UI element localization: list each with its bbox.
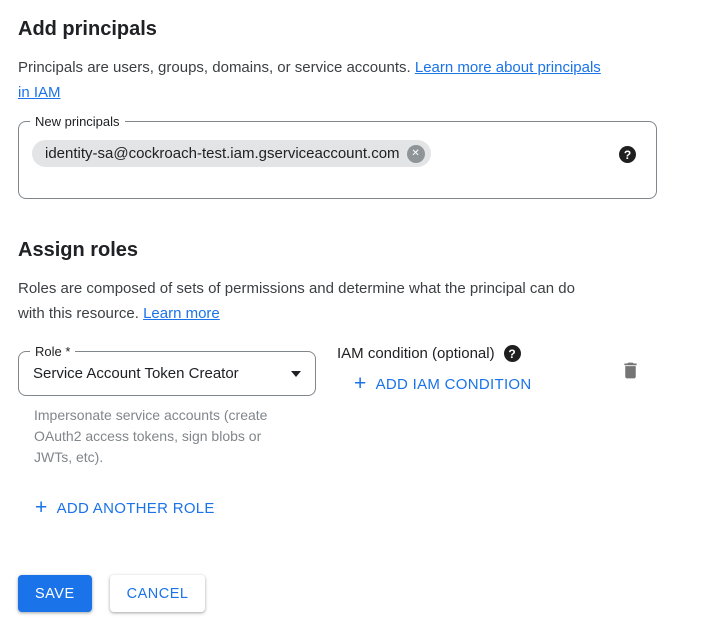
- new-principals-label: New principals: [30, 113, 125, 130]
- plus-icon: +: [354, 375, 367, 393]
- role-helper-text: Impersonate service accounts (create OAu…: [34, 405, 279, 468]
- add-principals-panel: Add principals Principals are users, gro…: [0, 0, 713, 612]
- principals-intro-text: Principals are users, groups, domains, o…: [18, 55, 678, 105]
- principal-chip[interactable]: identity-sa@cockroach-test.iam.gservicea…: [32, 140, 431, 167]
- caret-down-icon: [291, 371, 301, 377]
- role-select[interactable]: Role * Service Account Token Creator: [18, 351, 316, 396]
- principal-chip-label: identity-sa@cockroach-test.iam.gservicea…: [45, 140, 400, 167]
- role-row: Role * Service Account Token Creator Imp…: [18, 351, 657, 468]
- iam-condition-column: IAM condition (optional) ? + ADD IAM CON…: [337, 345, 532, 395]
- intro-text: Principals are users, groups, domains, o…: [18, 59, 411, 76]
- page-title: Add principals: [18, 17, 713, 41]
- add-iam-condition-button[interactable]: + ADD IAM CONDITION: [354, 375, 532, 393]
- save-button[interactable]: SAVE: [18, 575, 92, 612]
- add-another-role-button[interactable]: + ADD ANOTHER ROLE: [35, 499, 215, 517]
- iam-condition-help-icon[interactable]: ?: [504, 345, 521, 362]
- trash-icon: [620, 360, 641, 381]
- footer-actions: SAVE CANCEL: [18, 575, 713, 612]
- delete-role-button[interactable]: [620, 360, 641, 381]
- cancel-button[interactable]: CANCEL: [110, 575, 206, 612]
- chip-remove-icon[interactable]: ✕: [407, 145, 425, 163]
- iam-condition-label: IAM condition (optional): [337, 345, 495, 362]
- role-value: Service Account Token Creator: [33, 365, 239, 382]
- role-column: Role * Service Account Token Creator Imp…: [18, 351, 316, 468]
- roles-intro-text: Roles are composed of sets of permission…: [18, 276, 678, 326]
- role-label: Role *: [30, 343, 75, 360]
- new-principals-field[interactable]: New principals identity-sa@cockroach-tes…: [18, 121, 657, 199]
- assign-roles-title: Assign roles: [18, 238, 713, 262]
- principals-help-icon[interactable]: ?: [619, 146, 636, 163]
- learn-more-link[interactable]: Learn more: [143, 305, 220, 322]
- plus-icon: +: [35, 499, 48, 517]
